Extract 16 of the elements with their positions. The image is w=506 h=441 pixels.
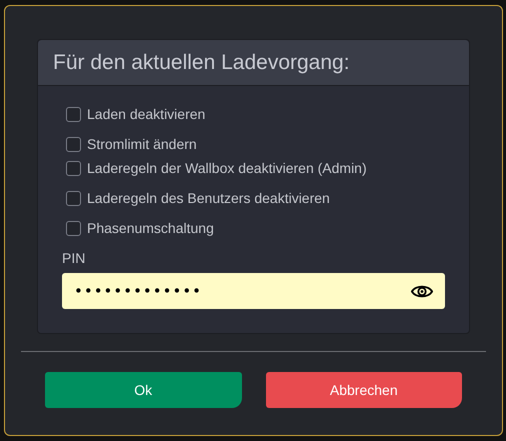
cancel-button[interactable]: Abbrechen <box>266 372 462 408</box>
ok-button[interactable]: Ok <box>45 372 242 408</box>
option-label: Laderegeln der Wallbox deaktivieren (Admin) <box>87 160 367 176</box>
checkbox[interactable] <box>66 160 81 176</box>
option-label: Phasenumschaltung <box>87 220 214 236</box>
checkbox[interactable] <box>66 190 81 206</box>
pin-field[interactable]: ••••••••••••• <box>62 273 445 309</box>
checkbox[interactable] <box>66 106 81 122</box>
option-label: Laderegeln des Benutzers deaktivieren <box>87 190 330 206</box>
field-label: PIN <box>62 250 86 266</box>
option-label: Laden deaktivieren <box>87 106 206 122</box>
panel-title: Für den aktuellen Ladevorgang: <box>53 50 350 74</box>
checkbox[interactable] <box>66 136 81 152</box>
checkbox[interactable] <box>66 220 81 236</box>
eye-icon[interactable] <box>411 284 433 298</box>
option-label: Stromlimit ändern <box>87 136 197 152</box>
